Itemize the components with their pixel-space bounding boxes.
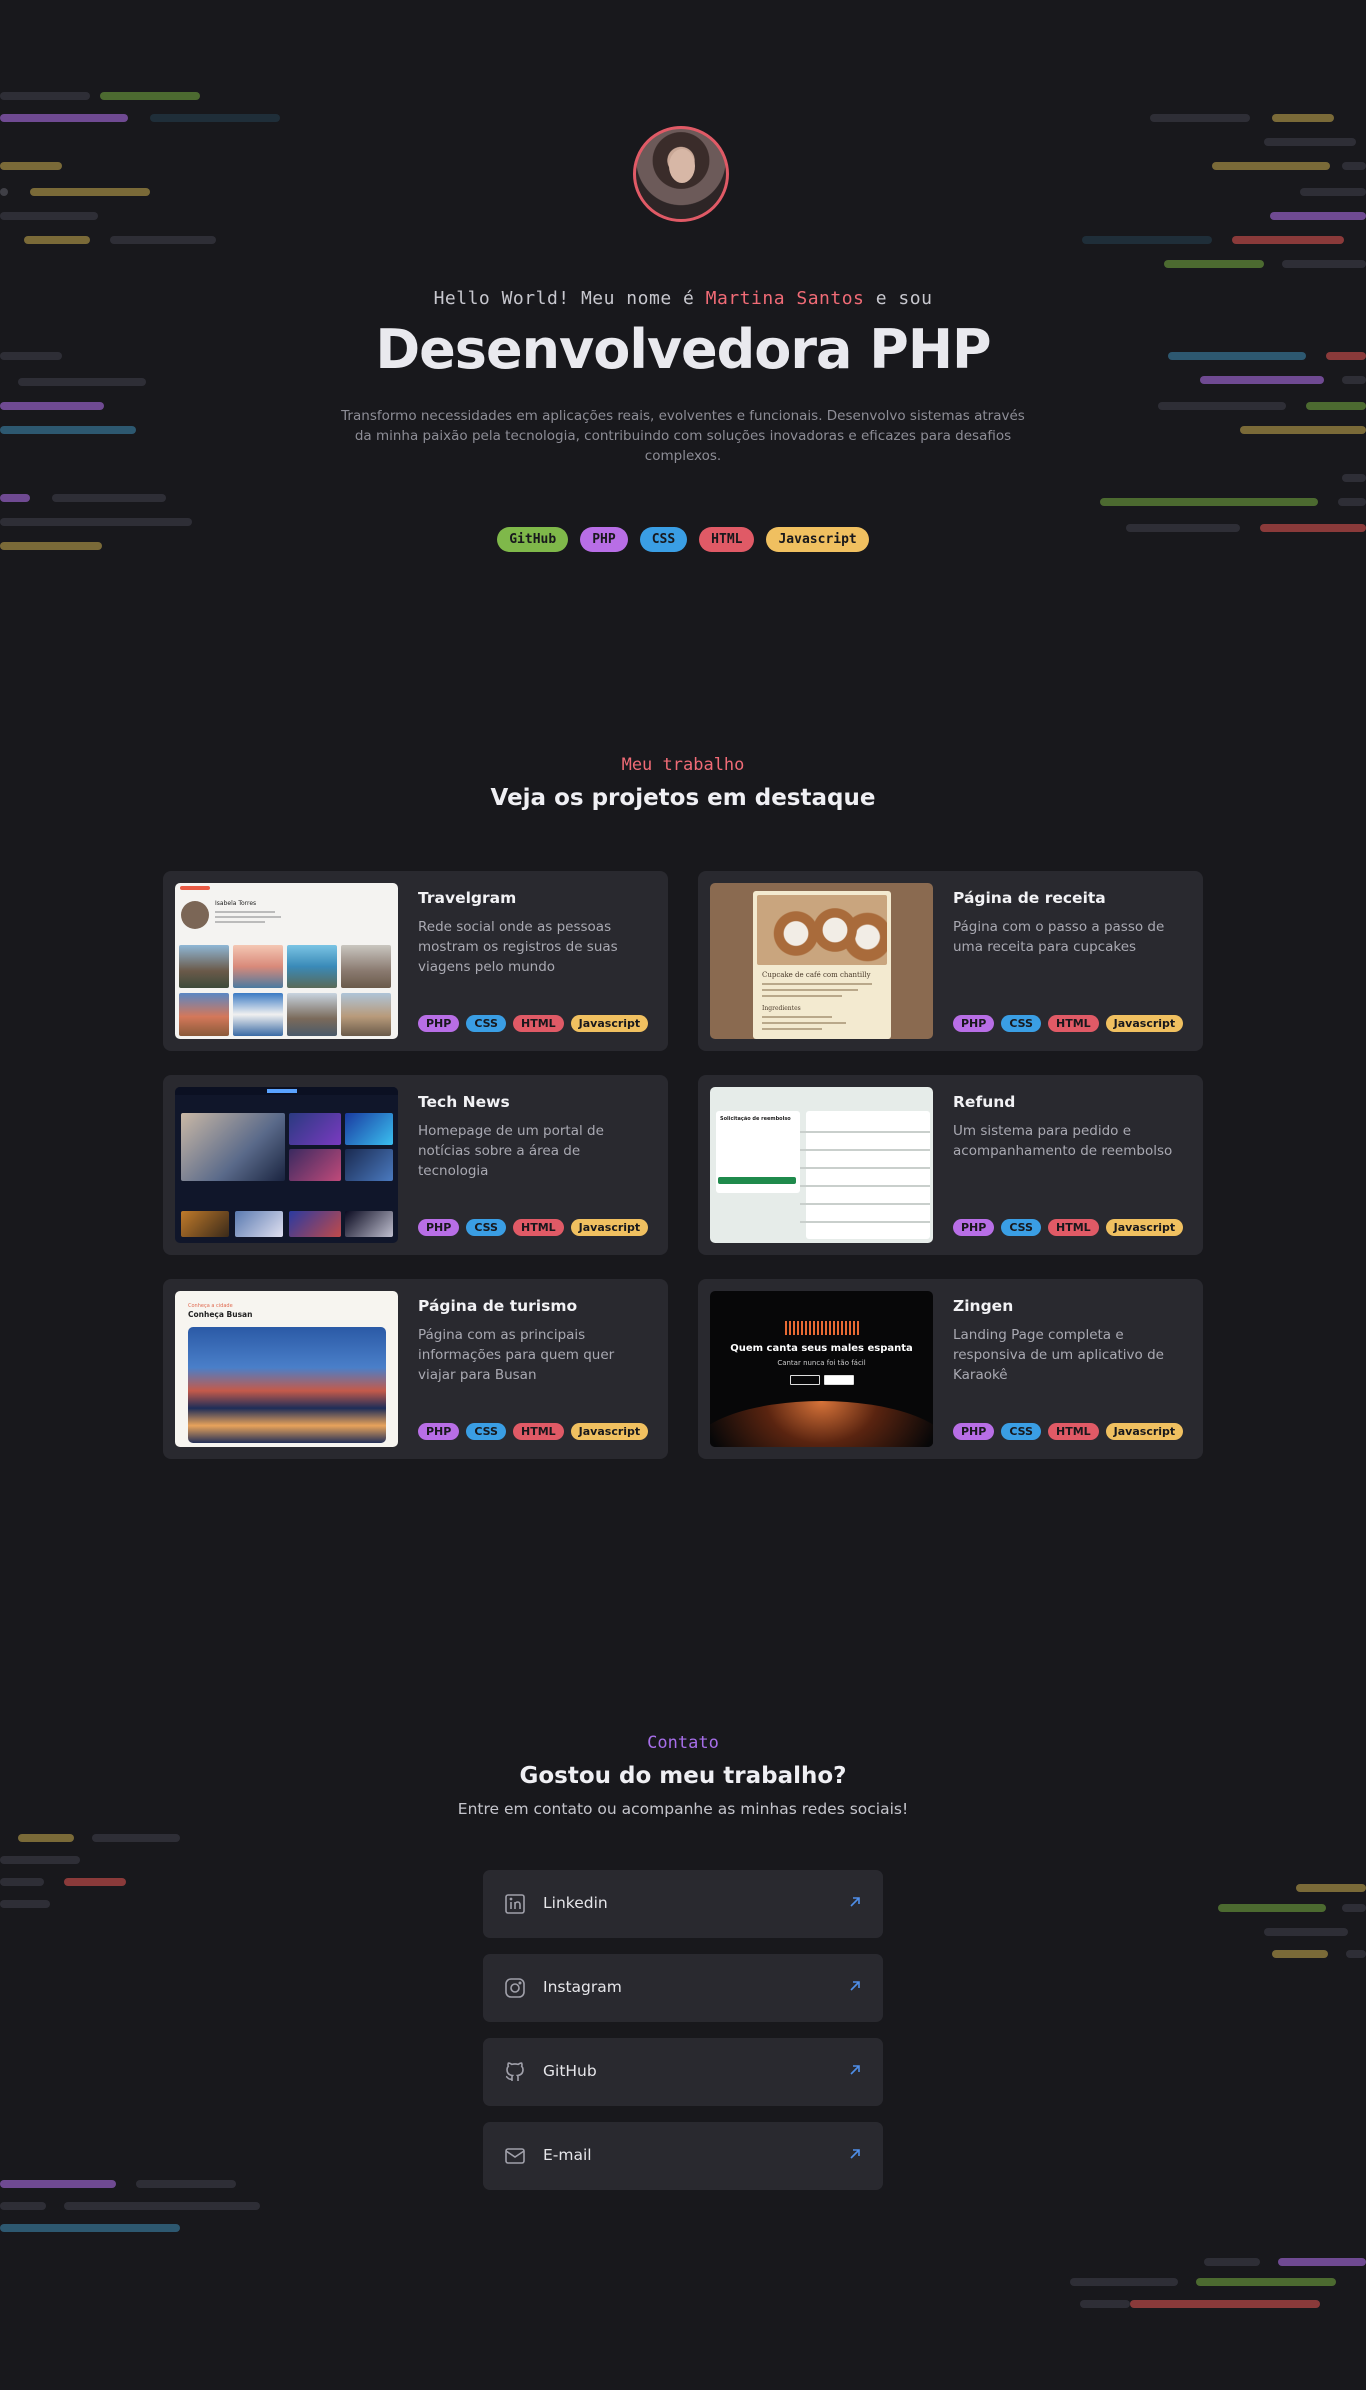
tag-css: CSS	[466, 1219, 506, 1236]
thumb-text: Isabela Torres	[215, 900, 257, 907]
tag-css: CSS	[1001, 1015, 1041, 1032]
project-description: Página com o passo a passo de uma receit…	[953, 919, 1165, 955]
contact-link-label: Linkedin	[543, 1894, 608, 1912]
contact-link-email[interactable]: E-mail	[483, 2122, 883, 2190]
instagram-icon	[505, 1978, 525, 1998]
tag-html: HTML	[1047, 1219, 1099, 1236]
greeting-suffix: e sou	[875, 288, 933, 309]
tag-css: CSS	[466, 1423, 506, 1440]
contact-link-label: Instagram	[543, 1978, 622, 1996]
project-thumbnail: Quem canta seus males espanta Cantar nun…	[710, 1291, 933, 1447]
project-tags: PHP CSS HTML Javascript	[418, 1015, 649, 1032]
project-title: Zingen	[953, 1297, 1014, 1315]
greeting: Hello World! Meu nome é Martina Santos e…	[0, 288, 1366, 309]
project-card-travelgram[interactable]: Isabela Torres Travelgram Rede social on…	[163, 871, 668, 1051]
arrow-up-right-icon	[850, 2149, 860, 2159]
contact-subtitle: Entre em contato ou acompanhe as minhas …	[457, 1800, 909, 1818]
avatar	[633, 126, 729, 222]
project-title: Página de turismo	[418, 1297, 578, 1315]
project-description: Homepage de um portal de notícias sobre …	[418, 1123, 604, 1179]
project-card-tourism[interactable]: Conheça a cidade Conheça Busan Página de…	[163, 1279, 668, 1459]
tag-html: HTML	[1047, 1423, 1099, 1440]
linkedin-icon	[505, 1894, 525, 1914]
contact-link-label: E-mail	[543, 2146, 592, 2164]
badge-html: HTML	[699, 527, 755, 552]
contact-links: Linkedin Instagram GitHub E-mail	[483, 1870, 883, 2206]
tag-html: HTML	[1047, 1015, 1099, 1032]
tag-html: HTML	[512, 1015, 564, 1032]
tag-php: PHP	[953, 1423, 995, 1440]
project-tags: PHP CSS HTML Javascript	[418, 1219, 649, 1236]
contact-link-github[interactable]: GitHub	[483, 2038, 883, 2106]
tag-php: PHP	[953, 1219, 995, 1236]
contact-link-label: GitHub	[543, 2062, 597, 2080]
project-card-zingen[interactable]: Quem canta seus males espanta Cantar nun…	[698, 1279, 1203, 1459]
work-eyebrow: Meu trabalho	[621, 755, 745, 775]
tag-css: CSS	[466, 1015, 506, 1032]
projects-grid: Isabela Torres Travelgram Rede social on…	[163, 871, 1203, 1459]
work-title: Veja os projetos em destaque	[490, 785, 876, 811]
tag-php: PHP	[418, 1015, 460, 1032]
tag-php: PHP	[953, 1015, 995, 1032]
project-description: Landing Page completa e responsiva de um…	[953, 1327, 1164, 1383]
project-description: Página com as principais informações par…	[418, 1327, 615, 1383]
intro-text: Transformo necessidades em aplicações re…	[341, 408, 1025, 464]
tag-javascript: Javascript	[570, 1423, 649, 1440]
project-description: Um sistema para pedido e acompanhamento …	[953, 1123, 1173, 1159]
project-card-recipe[interactable]: Cupcake de café com chantilly Ingredient…	[698, 871, 1203, 1051]
tag-javascript: Javascript	[570, 1015, 649, 1032]
badge-github: GitHub	[497, 527, 569, 552]
mail-icon	[505, 2148, 525, 2164]
thumb-text: Ingredientes	[762, 1005, 801, 1012]
project-title: Refund	[953, 1093, 1016, 1111]
project-tags: PHP CSS HTML Javascript	[953, 1015, 1184, 1032]
thumb-text: Conheça Busan	[188, 1310, 253, 1319]
project-card-tech-news[interactable]: Tech News Homepage de um portal de notíc…	[163, 1075, 668, 1255]
project-card-refund[interactable]: Solicitação de reembolso Refund Um siste…	[698, 1075, 1203, 1255]
role-title: Desenvolvedora PHP	[375, 318, 991, 381]
contact-link-linkedin[interactable]: Linkedin	[483, 1870, 883, 1938]
developer-name: Martina Santos	[705, 288, 865, 309]
project-tags: PHP CSS HTML Javascript	[953, 1219, 1184, 1236]
tag-html: HTML	[512, 1219, 564, 1236]
arrow-up-right-icon	[850, 2065, 860, 2075]
project-tags: PHP CSS HTML Javascript	[953, 1423, 1184, 1440]
thumb-text: Conheça a cidade	[188, 1303, 233, 1309]
project-thumbnail: Isabela Torres	[175, 883, 398, 1039]
badge-php: PHP	[580, 527, 628, 552]
contact-eyebrow: Contato	[647, 1733, 719, 1753]
badge-javascript: Javascript	[766, 527, 869, 552]
tag-javascript: Javascript	[1105, 1219, 1184, 1236]
contact-title: Gostou do meu trabalho?	[519, 1763, 847, 1789]
project-thumbnail: Cupcake de café com chantilly Ingredient…	[710, 883, 933, 1039]
github-icon	[505, 2062, 524, 2081]
tag-php: PHP	[418, 1423, 460, 1440]
greeting-prefix: Hello World! Meu nome é	[433, 288, 695, 309]
arrow-up-right-icon	[850, 1981, 860, 1991]
project-thumbnail: Conheça a cidade Conheça Busan	[175, 1291, 398, 1447]
skill-badges: GitHub PHP CSS HTML Javascript	[0, 527, 1366, 552]
tag-javascript: Javascript	[1105, 1423, 1184, 1440]
thumb-text: Cantar nunca foi tão fácil	[777, 1359, 866, 1367]
project-thumbnail	[175, 1087, 398, 1243]
project-title: Página de receita	[953, 889, 1106, 907]
contact-link-instagram[interactable]: Instagram	[483, 1954, 883, 2022]
project-description: Rede social onde as pessoas mostram os r…	[418, 919, 618, 975]
badge-css: CSS	[639, 527, 688, 552]
project-title: Travelgram	[418, 889, 517, 907]
tag-html: HTML	[512, 1423, 564, 1440]
thumb-text: Cupcake de café com chantilly	[762, 971, 871, 979]
tag-css: CSS	[1001, 1219, 1041, 1236]
project-title: Tech News	[418, 1093, 510, 1111]
tag-php: PHP	[418, 1219, 460, 1236]
project-thumbnail: Solicitação de reembolso	[710, 1087, 933, 1243]
tag-javascript: Javascript	[570, 1219, 649, 1236]
tag-css: CSS	[1001, 1423, 1041, 1440]
thumb-text: Quem canta seus males espanta	[730, 1343, 913, 1354]
project-tags: PHP CSS HTML Javascript	[418, 1423, 649, 1440]
thumb-text: Solicitação de reembolso	[720, 1116, 791, 1122]
arrow-up-right-icon	[850, 1897, 860, 1907]
tag-javascript: Javascript	[1105, 1015, 1184, 1032]
